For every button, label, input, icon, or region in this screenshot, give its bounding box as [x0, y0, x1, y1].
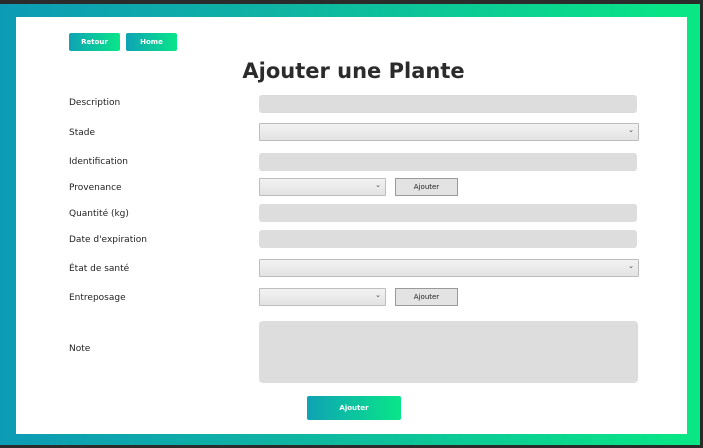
- add-entreposage-button[interactable]: Ajouter: [395, 288, 458, 306]
- form-panel: Retour Home Ajouter une Plante Descripti…: [16, 17, 687, 434]
- quantite-input[interactable]: [259, 204, 637, 222]
- etat-sante-label: État de santé: [69, 264, 130, 274]
- add-provenance-button[interactable]: Ajouter: [395, 178, 458, 196]
- stade-select[interactable]: ⌄: [259, 123, 639, 141]
- entreposage-select[interactable]: ⌄: [259, 288, 386, 306]
- date-expiration-input[interactable]: [259, 230, 637, 248]
- description-label: Description: [69, 98, 121, 108]
- window-frame: Retour Home Ajouter une Plante Descripti…: [0, 4, 700, 445]
- chevron-down-icon: ⌄: [375, 181, 381, 189]
- note-label: Note: [69, 344, 91, 354]
- home-button[interactable]: Home: [126, 33, 177, 51]
- provenance-label: Provenance: [69, 183, 122, 193]
- page-title: Ajouter une Plante: [242, 59, 465, 83]
- identification-label: Identification: [69, 157, 129, 167]
- entreposage-label: Entreposage: [69, 293, 126, 303]
- etat-sante-select[interactable]: ⌄: [259, 259, 639, 277]
- chevron-down-icon: ⌄: [628, 126, 634, 134]
- identification-input[interactable]: [259, 153, 637, 171]
- note-textarea[interactable]: [259, 321, 638, 383]
- description-input[interactable]: [259, 95, 637, 113]
- back-button[interactable]: Retour: [69, 33, 120, 51]
- stade-label: Stade: [69, 128, 96, 138]
- submit-button[interactable]: Ajouter: [307, 396, 401, 420]
- chevron-down-icon: ⌄: [375, 291, 381, 299]
- chevron-down-icon: ⌄: [628, 262, 634, 270]
- provenance-select[interactable]: ⌄: [259, 178, 386, 196]
- date-expiration-label: Date d'expiration: [69, 235, 147, 245]
- quantite-label: Quantité (kg): [69, 209, 129, 219]
